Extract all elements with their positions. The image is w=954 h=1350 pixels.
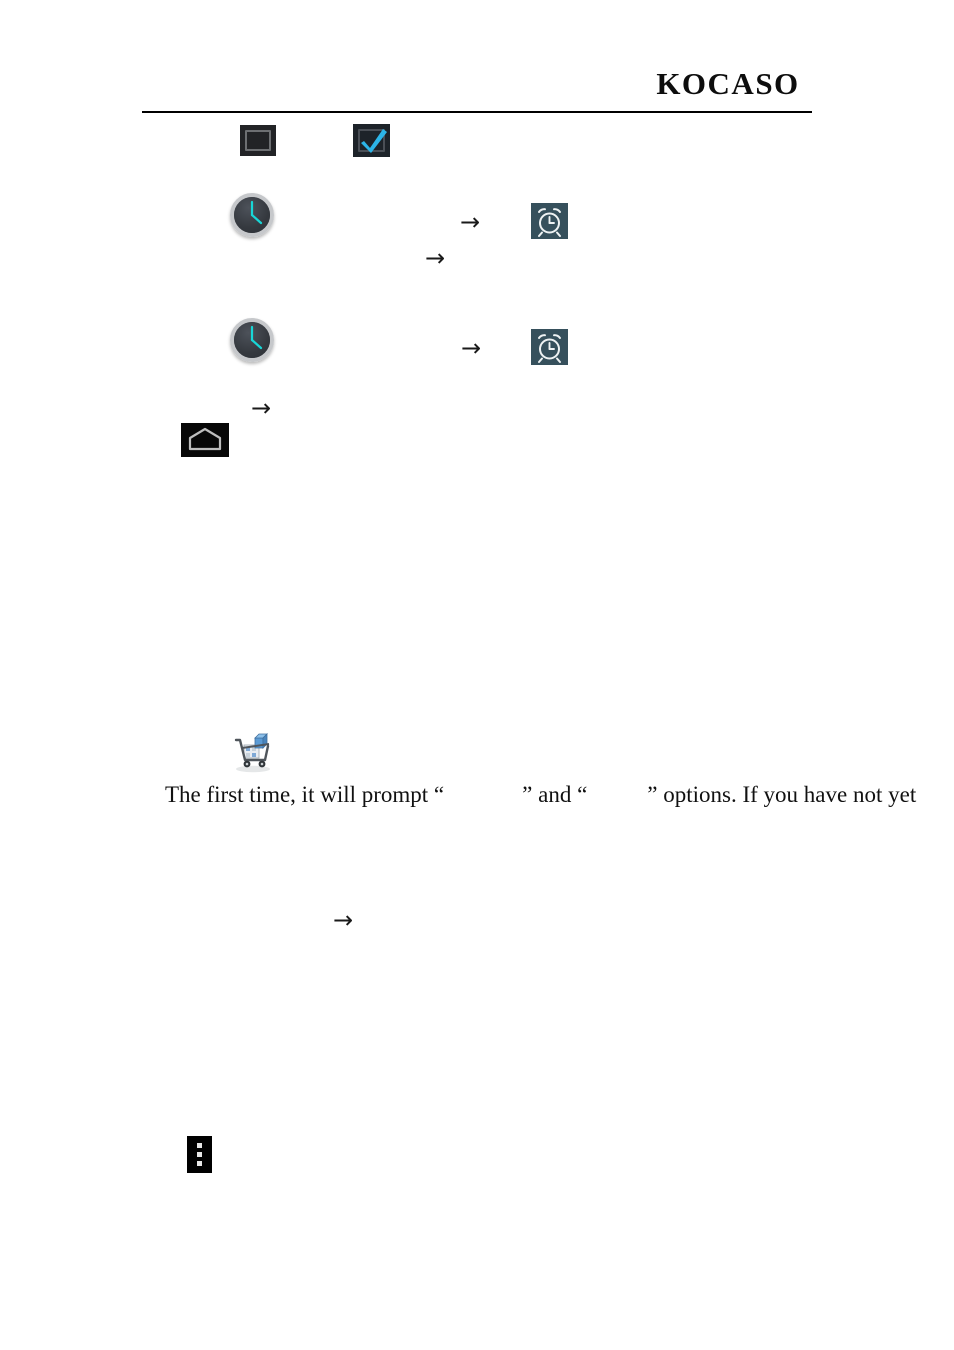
paragraph-part-2: ” and “ xyxy=(522,782,588,807)
checkbox-unchecked-icon xyxy=(240,125,276,156)
document-page: KOCASO → → → → The first time, it will p… xyxy=(0,0,954,1350)
home-icon xyxy=(181,423,229,457)
step-arrow: → xyxy=(333,906,354,934)
paragraph-part-3: ” options. If you have not yet xyxy=(647,782,917,807)
step-arrow: → xyxy=(461,334,482,362)
market-cart-icon xyxy=(229,730,275,774)
overflow-menu-icon xyxy=(187,1136,212,1173)
step-arrow: → xyxy=(425,244,446,272)
analog-clock-icon xyxy=(230,318,274,362)
menu-dot xyxy=(197,1152,202,1157)
menu-dot xyxy=(197,1143,202,1148)
brand-logo: KOCASO xyxy=(656,66,800,101)
alarm-clock-icon xyxy=(531,203,568,239)
paragraph-part-1: The first time, it will prompt “ xyxy=(165,782,445,807)
alarm-clock-icon xyxy=(531,329,568,365)
menu-dot xyxy=(197,1161,202,1166)
header-divider xyxy=(142,111,812,113)
step-arrow: → xyxy=(460,208,481,236)
analog-clock-icon xyxy=(230,193,274,237)
paragraph-first-time: The first time, it will prompt “ ” and “ ”… xyxy=(165,780,916,810)
step-arrow: → xyxy=(251,394,272,422)
checkbox-checked-icon xyxy=(353,124,390,157)
